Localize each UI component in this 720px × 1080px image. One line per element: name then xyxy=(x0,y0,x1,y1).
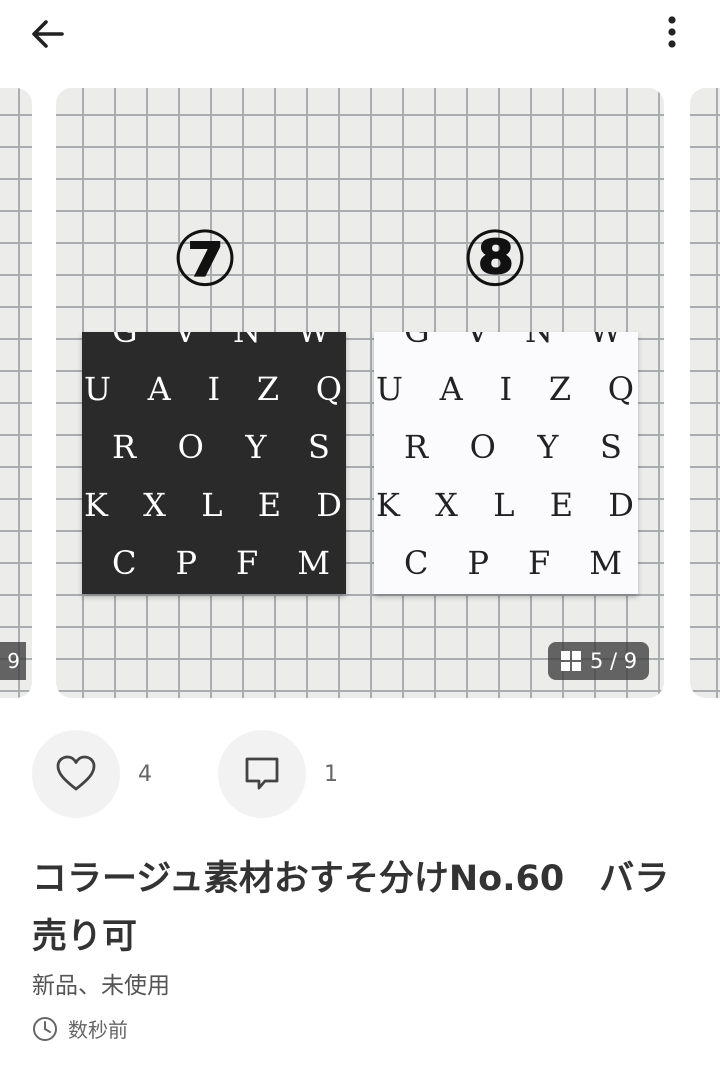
arrow-left-icon xyxy=(32,20,64,48)
letter: P xyxy=(467,544,490,582)
letter: F xyxy=(236,544,259,582)
letter: U xyxy=(84,370,111,408)
letter: W xyxy=(589,332,622,350)
action-bar: 4 1 xyxy=(32,730,364,818)
letter-row: QHBTJ xyxy=(82,592,346,594)
letter: R xyxy=(112,428,137,466)
letter: L xyxy=(493,486,515,524)
like-button[interactable] xyxy=(32,730,120,818)
letter: S xyxy=(308,428,330,466)
comment-count: 1 xyxy=(324,761,338,787)
letter-grid: GVNWUAIZQROYSKXLEDCPFMQHBTJGVNW xyxy=(82,332,346,594)
letter-row: GVNW xyxy=(82,332,346,360)
next-image[interactable] xyxy=(690,88,720,698)
letter-row: KXLED xyxy=(82,476,346,534)
letter: A xyxy=(439,370,463,408)
letter: O xyxy=(469,428,496,466)
top-bar xyxy=(0,0,720,66)
letter: X xyxy=(435,486,458,524)
grid-mat xyxy=(690,88,720,698)
letter: N xyxy=(525,332,553,350)
letter-row: UAIZQ xyxy=(82,360,346,418)
letter: Q xyxy=(315,370,342,408)
letter: C xyxy=(404,544,429,582)
letter: G xyxy=(404,332,430,350)
letter-row: ROYS xyxy=(374,418,638,476)
letter-row: KXLED xyxy=(374,476,638,534)
image-carousel[interactable]: 9 ⑦ ⑧ GVNWUAIZQROYSKXLEDCPFMQHBTJGVNW GV… xyxy=(0,88,720,698)
clock-icon xyxy=(33,1016,57,1041)
letter: E xyxy=(549,486,574,524)
black-letter-card: GVNWUAIZQROYSKXLEDCPFMQHBTJGVNW xyxy=(82,332,346,594)
letter-row: UAIZQ xyxy=(374,360,638,418)
letter: O xyxy=(177,428,204,466)
posted-time-text: 数秒前 xyxy=(68,1018,128,1042)
letter: K xyxy=(84,486,108,524)
letter-row: QHBTJ xyxy=(374,592,638,594)
letter: Z xyxy=(548,370,572,408)
letter: Z xyxy=(256,370,280,408)
letter-grid: GVNWUAIZQROYSKXLEDCPFMQHBTJGVNW xyxy=(374,332,638,594)
white-letter-card: GVNWUAIZQROYSKXLEDCPFMQHBTJGVNW xyxy=(374,332,638,594)
item-number-label: ⑦ xyxy=(172,214,239,304)
letter: M xyxy=(297,544,330,582)
letter: R xyxy=(404,428,429,466)
posted-time: 数秒前 xyxy=(32,1014,128,1043)
item-number-label: ⑧ xyxy=(462,214,529,304)
letter: I xyxy=(207,370,221,408)
letter: U xyxy=(376,370,403,408)
letter: W xyxy=(297,332,330,350)
back-button[interactable] xyxy=(28,14,68,54)
letter: E xyxy=(257,486,282,524)
item-title: コラージュ素材おすそ分けNo.60 バラ売り可 xyxy=(32,859,670,957)
letter: D xyxy=(316,486,342,524)
comment-button[interactable] xyxy=(218,730,306,818)
letter: L xyxy=(201,486,223,524)
letter: Y xyxy=(245,428,267,466)
letter-row: ROYS xyxy=(82,418,346,476)
image-counter: 5 / 9 xyxy=(548,642,650,680)
letter: Q xyxy=(607,370,634,408)
heart-icon xyxy=(56,755,96,791)
letter: N xyxy=(233,332,261,350)
letter: G xyxy=(112,332,138,350)
letter: K xyxy=(376,486,400,524)
letter: V xyxy=(174,332,197,350)
letter: S xyxy=(600,428,622,466)
letter: A xyxy=(147,370,171,408)
image-counter-text: 5 / 9 xyxy=(590,649,638,673)
more-options-button[interactable] xyxy=(654,12,690,52)
letter: M xyxy=(589,544,622,582)
item-condition: 新品、未使用 xyxy=(32,973,170,999)
letter-row: CPFM xyxy=(374,534,638,592)
letter: I xyxy=(499,370,513,408)
gallery-grid-icon xyxy=(561,651,581,671)
letter: F xyxy=(528,544,551,582)
more-vertical-icon xyxy=(668,16,676,48)
current-image[interactable]: ⑦ ⑧ GVNWUAIZQROYSKXLEDCPFMQHBTJGVNW GVNW… xyxy=(56,88,664,698)
comment-icon xyxy=(245,757,279,790)
image-counter-previous: 9 xyxy=(0,642,26,680)
letter-row: GVNW xyxy=(374,332,638,360)
letter: Y xyxy=(537,428,559,466)
grid-mat xyxy=(0,88,32,698)
like-count: 4 xyxy=(138,761,152,787)
letter: C xyxy=(112,544,137,582)
letter: X xyxy=(143,486,166,524)
letter: D xyxy=(608,486,634,524)
letter-row: CPFM xyxy=(82,534,346,592)
letter: P xyxy=(175,544,198,582)
previous-image[interactable]: 9 xyxy=(0,88,32,698)
letter: V xyxy=(466,332,489,350)
